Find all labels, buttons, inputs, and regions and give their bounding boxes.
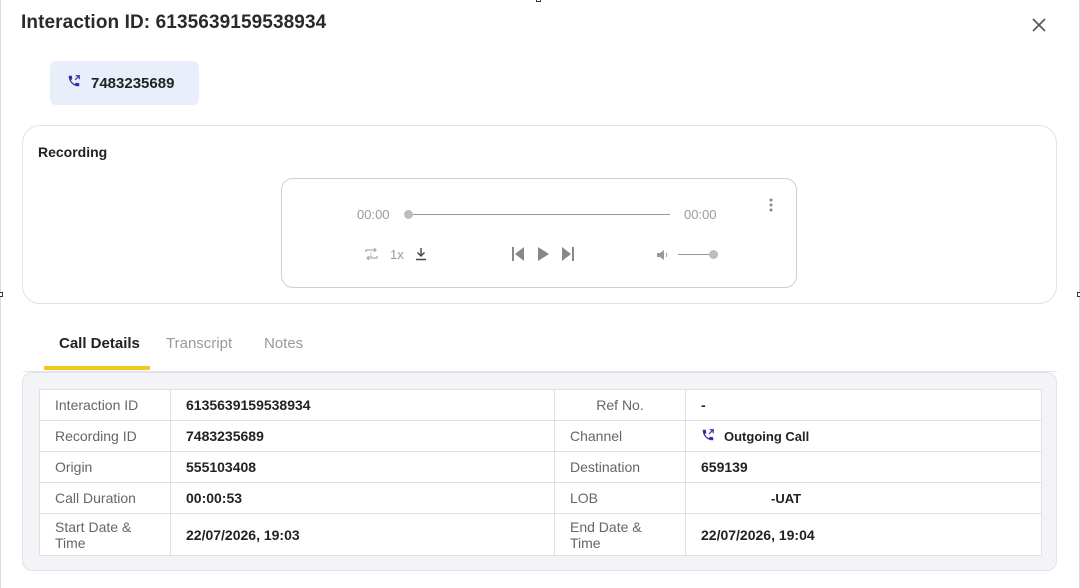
channel-value: Outgoing Call: [685, 420, 1042, 452]
repeat-icon[interactable]: 1: [364, 247, 379, 266]
tab-transcript[interactable]: Transcript: [166, 335, 232, 352]
table-row: Call Duration 00:00:53 LOB -UAT: [39, 482, 1042, 514]
phone-outgoing-icon: [67, 74, 81, 93]
tab-call-details[interactable]: Call Details: [59, 335, 140, 352]
modal-title: Interaction ID: 6135639159538934: [21, 12, 327, 33]
field-label: Origin: [39, 451, 171, 483]
play-icon[interactable]: [537, 245, 550, 268]
field-label: Interaction ID: [39, 389, 171, 421]
seek-bar[interactable]: [408, 214, 670, 215]
phone-number: 7483235689: [91, 74, 175, 92]
call-details-table: Interaction ID 6135639159538934 Ref No. …: [39, 389, 1042, 556]
table-row: Start Date & Time 22/07/2026, 19:03 End …: [39, 513, 1042, 556]
tab-notes[interactable]: Notes: [264, 335, 303, 352]
table-row: Recording ID 7483235689 Channel Outgoing…: [39, 420, 1042, 452]
field-label: End Date & Time: [554, 513, 686, 556]
current-time: 00:00: [357, 207, 390, 222]
field-label: Call Duration: [39, 482, 171, 514]
volume-thumb[interactable]: [709, 250, 718, 259]
audio-player: 00:00 00:00 1 1x: [281, 178, 797, 288]
field-value: 6135639159538934: [170, 389, 555, 421]
active-tab-indicator: [44, 366, 150, 370]
interaction-modal: Interaction ID: 6135639159538934 7483235…: [0, 0, 1080, 588]
resize-handle-left[interactable]: [0, 292, 3, 297]
skip-back-icon[interactable]: [511, 245, 525, 268]
phone-outgoing-icon: [701, 428, 715, 445]
volume-icon[interactable]: [656, 248, 670, 266]
total-time: 00:00: [684, 207, 717, 222]
channel-text: Outgoing Call: [724, 428, 810, 444]
field-label: Ref No.: [554, 389, 686, 421]
phone-number-chip[interactable]: 7483235689: [50, 61, 199, 105]
close-icon[interactable]: [1029, 15, 1049, 35]
field-label: Destination: [554, 451, 686, 483]
resize-handle-top[interactable]: [536, 0, 541, 2]
detail-tabs: Call Details Transcript Notes: [23, 328, 1057, 372]
field-value: -: [685, 389, 1042, 421]
field-value: 22/07/2026, 19:04: [685, 513, 1042, 556]
table-row: Interaction ID 6135639159538934 Ref No. …: [39, 389, 1042, 421]
recording-title: Recording: [38, 144, 108, 160]
field-value: 00:00:53: [170, 482, 555, 514]
table-row: Origin 555103408 Destination 659139: [39, 451, 1042, 483]
svg-text:1: 1: [369, 252, 373, 259]
lob-text: -UAT: [771, 491, 802, 506]
field-label: LOB: [554, 482, 686, 514]
field-label: Channel: [554, 420, 686, 452]
seek-thumb[interactable]: [404, 210, 413, 219]
field-value: 659139: [685, 451, 1042, 483]
playback-speed[interactable]: 1x: [390, 247, 404, 262]
recording-card: Recording 00:00 00:00 1 1x: [22, 125, 1057, 304]
call-details-card: Interaction ID 6135639159538934 Ref No. …: [22, 372, 1057, 571]
download-icon[interactable]: [415, 247, 427, 266]
field-label: Recording ID: [39, 420, 171, 452]
lob-value: -UAT: [685, 482, 1042, 514]
skip-forward-icon[interactable]: [561, 245, 575, 268]
more-vertical-icon[interactable]: [766, 197, 776, 213]
field-value: 555103408: [170, 451, 555, 483]
field-label: Start Date & Time: [39, 513, 171, 556]
field-value: 7483235689: [170, 420, 555, 452]
field-value: 22/07/2026, 19:03: [170, 513, 555, 556]
